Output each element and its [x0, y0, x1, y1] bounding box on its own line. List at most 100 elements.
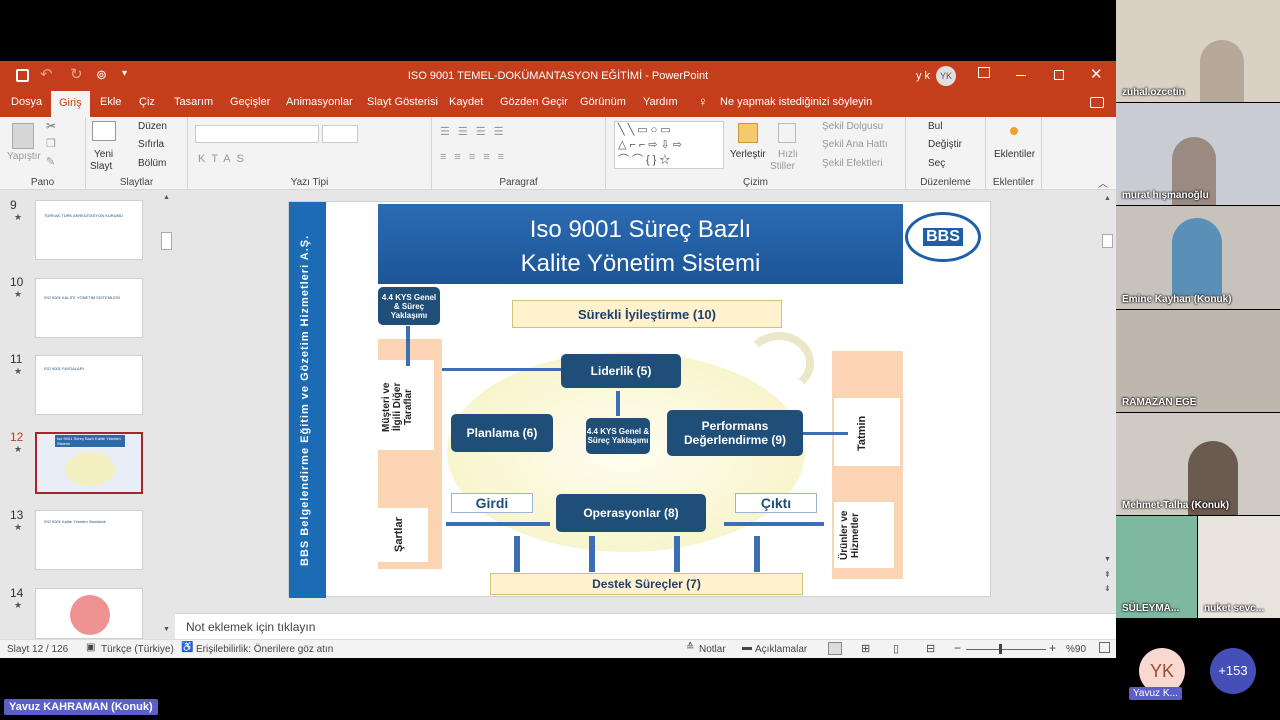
- addins-icon[interactable]: [1010, 127, 1018, 135]
- collapse-ribbon-icon[interactable]: ︿: [1098, 175, 1108, 190]
- shape-fill-button[interactable]: Şekil Dolgusu: [822, 121, 883, 132]
- participant-tile[interactable]: murat hışmanoğlu: [1116, 103, 1280, 205]
- section-button[interactable]: Bölüm: [138, 158, 166, 169]
- quick-styles-button-line2[interactable]: Stiller: [770, 161, 795, 172]
- participant-tile[interactable]: SÜLEYMA...: [1116, 516, 1197, 618]
- next-slide-icon[interactable]: ⇟: [1104, 584, 1111, 593]
- notes-button[interactable]: Notlar: [699, 644, 726, 655]
- participant-tile[interactable]: nuket sevc...: [1198, 516, 1280, 618]
- new-slide-button[interactable]: Yeni: [94, 149, 113, 160]
- normal-view-icon[interactable]: [828, 642, 842, 655]
- tab-kaydet[interactable]: Kaydet: [449, 96, 483, 108]
- scroll-thumb[interactable]: [161, 232, 172, 250]
- font-style-buttons[interactable]: KTAS: [198, 153, 250, 165]
- participant-tile[interactable]: Emine Kayhan (Konuk): [1116, 206, 1280, 309]
- ribbon-display-icon[interactable]: [978, 67, 990, 78]
- prev-slide-icon[interactable]: ⇞: [1104, 570, 1111, 579]
- scroll-down-icon[interactable]: ▼: [163, 626, 170, 633]
- quick-styles-icon[interactable]: [778, 123, 796, 143]
- tab-animasyonlar[interactable]: Animasyonlar: [286, 96, 353, 108]
- thumb-star-icon: ★: [14, 366, 23, 376]
- maximize-icon[interactable]: [1054, 70, 1064, 80]
- user-name[interactable]: y k: [916, 70, 930, 82]
- edit-scroll-down-icon[interactable]: ▼: [1104, 556, 1111, 563]
- arrange-button[interactable]: Yerleştir: [730, 149, 766, 160]
- paste-button[interactable]: Yapıştır: [7, 151, 41, 162]
- accessibility-status[interactable]: Erişilebilirlik: Önerilere göz atın: [196, 644, 333, 655]
- thumbnail-slide-13[interactable]: ISO 9001 Kalite Yönetim Standardı: [35, 510, 143, 570]
- comments-button[interactable]: Açıklamalar: [755, 644, 807, 655]
- minimize-icon[interactable]: [1016, 75, 1026, 76]
- tab-gecisler[interactable]: Geçişler: [230, 96, 270, 108]
- addins-button[interactable]: Eklentiler: [994, 149, 1035, 160]
- tab-ekle[interactable]: Ekle: [100, 96, 121, 108]
- layout-button[interactable]: Düzen: [138, 121, 167, 132]
- scroll-up-icon[interactable]: ▲: [163, 194, 170, 201]
- copy-icon[interactable]: ❐: [46, 137, 56, 150]
- tab-yardim[interactable]: Yardım: [643, 96, 678, 108]
- participant-tile[interactable]: RAMAZAN EGE: [1116, 310, 1280, 412]
- close-icon[interactable]: ✕: [1090, 65, 1103, 83]
- slide-canvas[interactable]: BBS Belgelendirme Eğitim ve Gözetim Hizm…: [288, 201, 991, 598]
- tab-slayt-gosterisi[interactable]: Slayt Gösterisi: [367, 96, 438, 108]
- participant-tile[interactable]: Mehmet-Talha (Konuk): [1116, 413, 1280, 515]
- participant-tile[interactable]: zuhal.ozcetin: [1116, 0, 1280, 102]
- format-painter-icon[interactable]: ✎: [46, 155, 55, 168]
- shape-outline-button[interactable]: Şekil Ana Hattı: [822, 139, 888, 150]
- tab-gozden-gecir[interactable]: Gözden Geçir: [500, 96, 568, 108]
- thumbnail-slide-10[interactable]: ISO 9001 KALİTE YÖNETİM SİSTEMLERİ: [35, 278, 143, 338]
- shapes-gallery[interactable]: ╲╲▭○▭ △⌐⌐⇨⇩⇨ ⌒⌒{}☆: [614, 121, 724, 169]
- new-slide-button-line2[interactable]: Slayt: [90, 161, 112, 172]
- slide-sorter-icon[interactable]: ⊞: [861, 642, 870, 655]
- more-participants-button[interactable]: +153: [1210, 648, 1256, 694]
- comments-status-icon[interactable]: ▬: [742, 642, 752, 653]
- zoom-in-icon[interactable]: +: [1049, 641, 1056, 655]
- thumb-star-icon: ★: [14, 600, 23, 610]
- tab-giris[interactable]: Giriş: [51, 91, 90, 117]
- language-status[interactable]: Türkçe (Türkiye): [101, 644, 174, 655]
- cut-icon[interactable]: ✂: [46, 119, 56, 133]
- list-buttons[interactable]: ☰☰☰☰: [440, 125, 511, 138]
- arrange-icon[interactable]: [738, 123, 758, 143]
- thumbnail-slide-9[interactable]: TÜRKAK TÜRK AKREDİTASYON KURUMU: [35, 200, 143, 260]
- tab-gorunum[interactable]: Görünüm: [580, 96, 626, 108]
- zoom-level[interactable]: %90: [1066, 644, 1086, 655]
- thumbnail-slide-14[interactable]: [35, 588, 143, 639]
- zoom-out-icon[interactable]: −: [954, 641, 961, 655]
- zoom-slider-thumb[interactable]: [999, 644, 1002, 654]
- fit-slide-icon[interactable]: [1099, 642, 1110, 653]
- notes-pane[interactable]: Not eklemek için tıklayın: [175, 613, 1116, 639]
- new-slide-icon[interactable]: [92, 121, 116, 141]
- user-avatar[interactable]: YK: [936, 66, 956, 86]
- edit-scroll-up-icon[interactable]: ▲: [1104, 195, 1111, 202]
- align-buttons[interactable]: ≡≡≡≡≡: [440, 151, 512, 163]
- reading-view-icon[interactable]: ▯: [893, 642, 899, 655]
- edit-scrollbar[interactable]: [1100, 192, 1114, 612]
- paste-icon[interactable]: [12, 123, 34, 149]
- edit-scroll-thumb[interactable]: [1102, 234, 1113, 248]
- zoom-slider[interactable]: [966, 649, 1046, 650]
- font-name-input[interactable]: [195, 125, 319, 143]
- reset-button[interactable]: Sıfırla: [138, 139, 164, 150]
- comments-icon[interactable]: [1090, 97, 1104, 108]
- thumbnail-slide-12-selected[interactable]: Iso 9001 Süreç Bazlı Kalite Yönetim Sist…: [35, 432, 143, 494]
- tab-dosya[interactable]: Dosya: [11, 96, 42, 108]
- spellcheck-icon[interactable]: ▣: [86, 642, 95, 653]
- thumbnail-pane[interactable]: 9 ★ TÜRKAK TÜRK AKREDİTASYON KURUMU 10 ★…: [0, 190, 175, 639]
- quick-styles-button[interactable]: Hızlı: [778, 149, 798, 160]
- tell-me-input[interactable]: Ne yapmak istediğinizi söyleyin: [720, 96, 872, 108]
- notes-placeholder[interactable]: Not eklemek için tıklayın: [186, 620, 315, 634]
- thumb-star-icon: ★: [14, 212, 23, 222]
- thumbnail-slide-11[interactable]: ISO 9001 FAYDALARI: [35, 355, 143, 415]
- select-button[interactable]: Seç: [928, 158, 945, 169]
- accessibility-icon[interactable]: ♿: [181, 642, 193, 653]
- replace-button[interactable]: Değiştir: [928, 139, 962, 150]
- slideshow-icon[interactable]: ⊟: [926, 642, 935, 655]
- find-button[interactable]: Bul: [928, 121, 942, 132]
- tab-ciz[interactable]: Çiz: [139, 96, 155, 108]
- font-size-input[interactable]: [322, 125, 358, 143]
- tab-tasarim[interactable]: Tasarım: [174, 96, 213, 108]
- notes-icon[interactable]: ≙: [686, 642, 694, 653]
- thumbnail-scrollbar[interactable]: ▲ ▼: [160, 190, 174, 639]
- shape-effects-button[interactable]: Şekil Efektleri: [822, 158, 883, 169]
